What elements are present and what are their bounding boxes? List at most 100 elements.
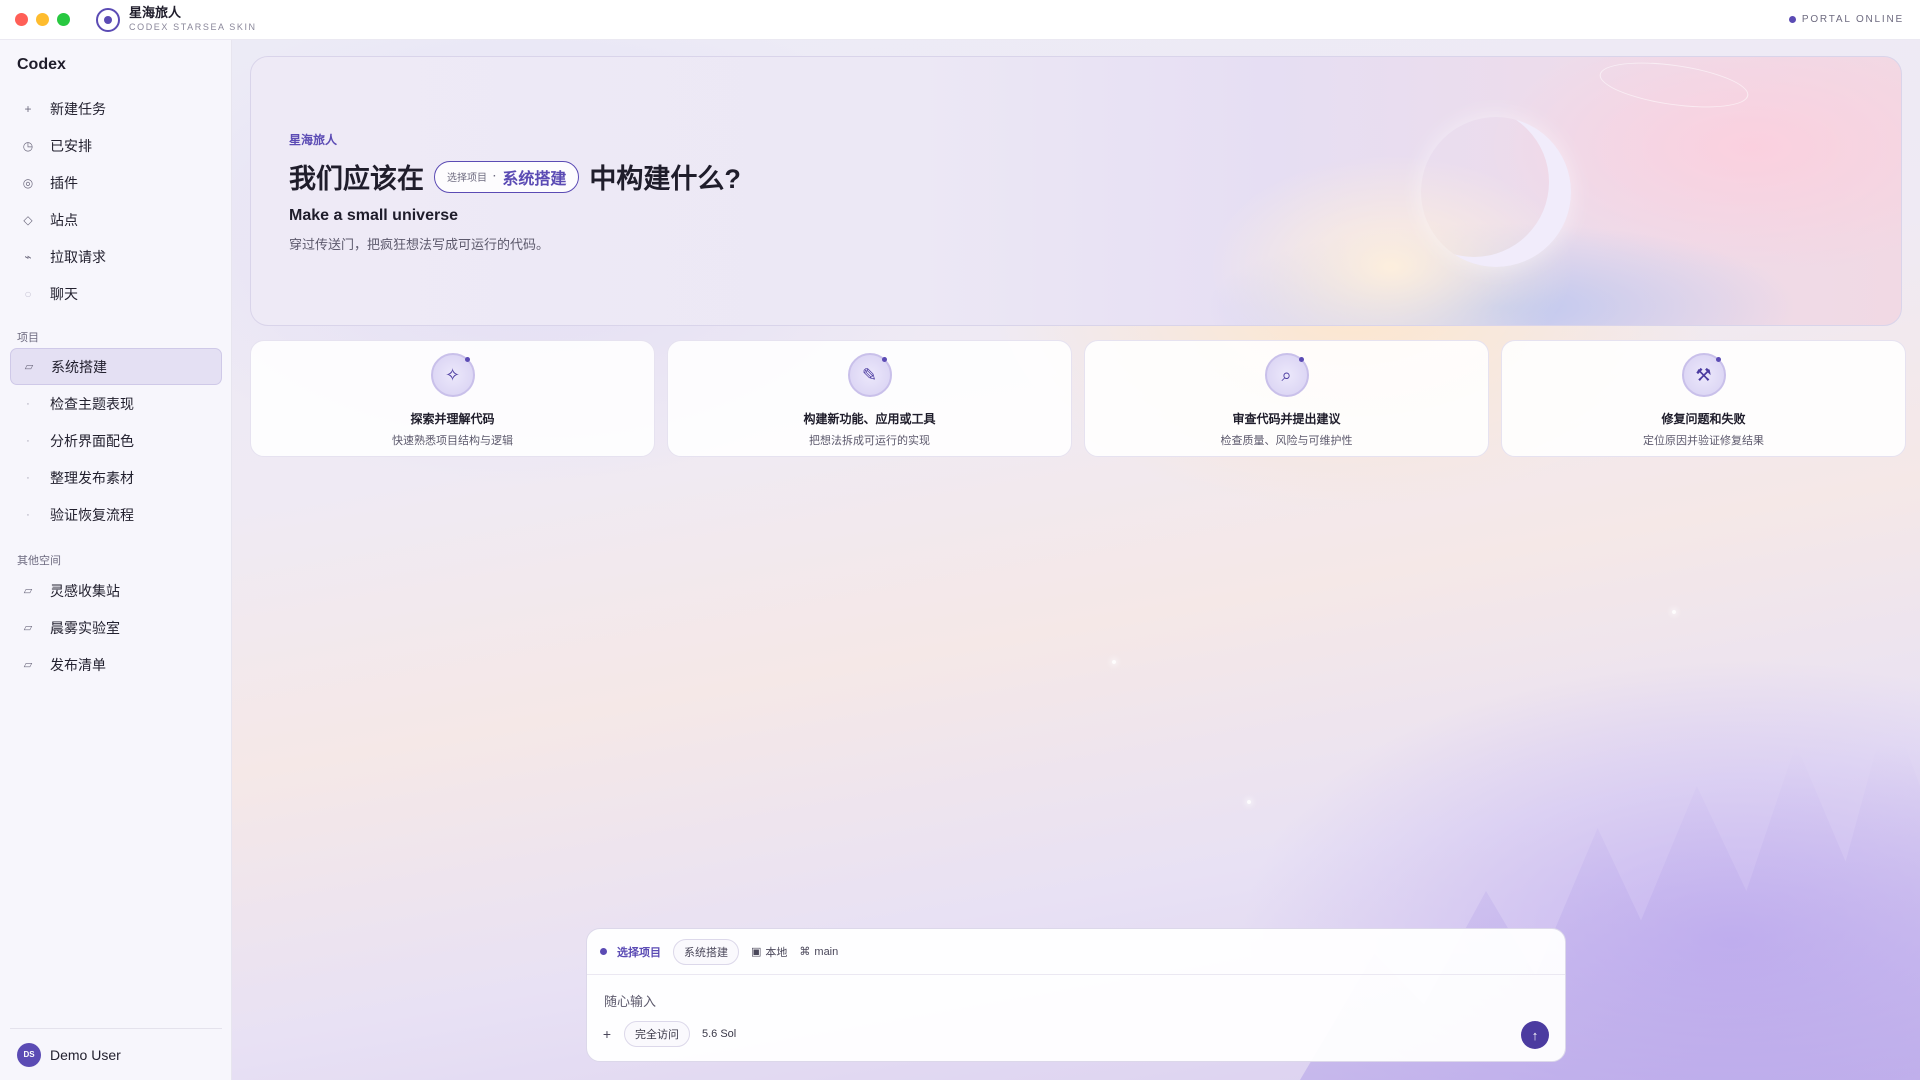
composer: 选择项目 系统搭建 ▣ 本地 ⌘ main 随心输入 + 完全访问 5.6 So… xyxy=(586,928,1566,1062)
pencil-icon: ✎ xyxy=(847,353,892,397)
window-controls xyxy=(15,13,70,26)
project-item[interactable]: · 分析界面配色 xyxy=(10,422,222,459)
sidebar: Codex + 新建任务 ◷ 已安排 ◎ 插件 ◇ 站点 ⌁ 拉取请求 ○ 聊天… xyxy=(0,40,232,1080)
star-decoration xyxy=(1247,800,1251,804)
hero-banner: 星海旅人 我们应该在 选择项目 · 系统搭建 中构建什么? Make a sma… xyxy=(250,56,1902,326)
pill-label: 选择项目 xyxy=(447,173,487,184)
pill-separator: · xyxy=(493,171,497,182)
card-title: 探索并理解代码 xyxy=(410,412,495,426)
app-title: 星海旅人 xyxy=(129,5,182,21)
branch-icon: ⌘ xyxy=(799,946,811,958)
sidebar-item-chat[interactable]: ○ 聊天 xyxy=(10,275,222,312)
sidebar-item-label: 插件 xyxy=(50,174,78,191)
project-item[interactable]: · 检查主题表现 xyxy=(10,385,222,422)
folder-icon: ▱ xyxy=(23,585,33,597)
space-item[interactable]: ▱ 灵感收集站 xyxy=(10,572,222,609)
sidebar-app-name: Codex xyxy=(17,56,66,73)
card-description: 快速熟悉项目结构与逻辑 xyxy=(392,435,513,447)
chat-icon: ○ xyxy=(24,286,32,301)
star-decoration xyxy=(1672,610,1676,614)
sidebar-item-label: 聊天 xyxy=(50,285,78,302)
app-subtitle: CODEX STARSEA SKIN xyxy=(129,21,257,32)
suggestion-cards: ✧ 探索并理解代码 快速熟悉项目结构与逻辑 ✎ 构建新功能、应用或工具 把想法拆… xyxy=(250,340,1906,457)
main-content: 星海旅人 我们应该在 选择项目 · 系统搭建 中构建什么? Make a sma… xyxy=(232,40,1920,1080)
branch-label: main xyxy=(814,945,839,958)
project-item-label: 验证恢复流程 xyxy=(50,506,134,523)
sidebar-item-label: 新建任务 xyxy=(50,100,106,117)
wrench-icon: ⚒ xyxy=(1681,353,1726,397)
card-description: 定位原因并验证修复结果 xyxy=(1643,435,1764,447)
search-icon: ⌕ xyxy=(1264,353,1309,397)
card-title: 修复问题和失败 xyxy=(1661,412,1746,426)
hero-description: 穿过传送门，把疯狂想法写成可运行的代码。 xyxy=(289,237,550,252)
close-window-button[interactable] xyxy=(15,13,28,26)
project-item-label: 整理发布素材 xyxy=(50,469,134,486)
project-item[interactable]: · 整理发布素材 xyxy=(10,459,222,496)
other-spaces-list: ▱ 灵感收集站 ▱ 晨雾实验室 ▱ 发布清单 xyxy=(10,572,222,683)
card-title: 构建新功能、应用或工具 xyxy=(803,412,936,426)
project-dot-icon xyxy=(600,948,607,955)
space-item-label: 灵感收集站 xyxy=(50,582,120,599)
clock-icon: ◷ xyxy=(22,138,34,153)
project-selector-pill[interactable]: 选择项目 · 系统搭建 xyxy=(434,160,580,193)
composer-context-bar: 选择项目 系统搭建 ▣ 本地 ⌘ main xyxy=(587,929,1565,975)
folder-icon: ▱ xyxy=(23,622,33,634)
card-explore-code[interactable]: ✧ 探索并理解代码 快速熟悉项目结构与逻辑 xyxy=(250,340,655,457)
sidebar-item-plugins[interactable]: ◎ 插件 xyxy=(10,164,222,201)
projects-list: ▱ 系统搭建 · 检查主题表现 · 分析界面配色 · 整理发布素材 · 验证恢复… xyxy=(10,348,222,533)
hero-kicker: 星海旅人 xyxy=(289,133,338,147)
space-item-label: 晨雾实验室 xyxy=(50,619,120,636)
portal-status: PORTAL ONLINE xyxy=(1788,14,1904,25)
maximize-window-button[interactable] xyxy=(57,13,70,26)
bullet-icon: · xyxy=(26,434,30,447)
composer-project-select[interactable]: 选择项目 xyxy=(617,944,661,960)
hero-title-after: 中构建什么? xyxy=(589,164,741,194)
minimize-window-button[interactable] xyxy=(36,13,49,26)
other-spaces-section-label: 其他空间 xyxy=(17,555,61,567)
diamond-icon: ◇ xyxy=(23,212,33,227)
project-item-label: 系统搭建 xyxy=(51,358,107,375)
portal-status-text: PORTAL ONLINE xyxy=(1801,14,1904,25)
bullet-icon: · xyxy=(26,397,30,410)
card-build-feature[interactable]: ✎ 构建新功能、应用或工具 把想法拆成可运行的实现 xyxy=(667,340,1072,457)
sidebar-item-pull-requests[interactable]: ⌁ 拉取请求 xyxy=(10,238,222,275)
sidebar-nav: + 新建任务 ◷ 已安排 ◎ 插件 ◇ 站点 ⌁ 拉取请求 ○ 聊天 xyxy=(10,90,222,312)
card-description: 检查质量、风险与可维护性 xyxy=(1220,435,1353,447)
avatar: DS xyxy=(17,1042,41,1067)
folder-icon: ▱ xyxy=(24,361,34,373)
sidebar-item-sites[interactable]: ◇ 站点 xyxy=(10,201,222,238)
model-selector[interactable]: 5.6 Sol xyxy=(702,1028,736,1040)
star-decoration xyxy=(1112,660,1116,664)
projects-section-label: 项目 xyxy=(17,332,39,344)
sparkle-icon: ✧ xyxy=(430,353,475,397)
project-item-label: 检查主题表现 xyxy=(50,395,134,412)
project-item[interactable]: · 验证恢复流程 xyxy=(10,496,222,533)
project-item-system-setup[interactable]: ▱ 系统搭建 xyxy=(10,348,222,385)
user-name: Demo User xyxy=(50,1046,121,1063)
card-description: 把想法拆成可运行的实现 xyxy=(809,435,930,447)
environment-label: 本地 xyxy=(765,946,788,959)
user-profile[interactable]: DS Demo User xyxy=(10,1028,222,1080)
card-fix-issues[interactable]: ⚒ 修复问题和失败 定位原因并验证修复结果 xyxy=(1501,340,1906,457)
card-review-code[interactable]: ⌕ 审查代码并提出建议 检查质量、风险与可维护性 xyxy=(1084,340,1489,457)
pill-value: 系统搭建 xyxy=(502,170,567,188)
folder-icon: ▱ xyxy=(23,659,33,671)
sidebar-item-scheduled[interactable]: ◷ 已安排 xyxy=(10,127,222,164)
bullet-icon: · xyxy=(26,508,30,521)
planet-ring-decoration xyxy=(1596,57,1752,116)
project-item-label: 分析界面配色 xyxy=(50,432,134,449)
composer-branch[interactable]: ⌘ main xyxy=(799,945,839,959)
space-item[interactable]: ▱ 发布清单 xyxy=(10,646,222,683)
attach-plus-icon[interactable]: + xyxy=(600,1026,614,1042)
composer-project-chip[interactable]: 系统搭建 xyxy=(673,938,739,965)
access-mode-button[interactable]: 完全访问 xyxy=(624,1021,690,1047)
space-item[interactable]: ▱ 晨雾实验室 xyxy=(10,609,222,646)
status-dot-icon xyxy=(1788,16,1796,23)
portal-logo-icon xyxy=(96,7,120,32)
sidebar-item-new-task[interactable]: + 新建任务 xyxy=(10,90,222,127)
composer-environment[interactable]: ▣ 本地 xyxy=(751,944,787,960)
bullet-icon: · xyxy=(26,471,30,484)
hero-subtitle: Make a small universe xyxy=(289,207,458,224)
prompt-input[interactable]: 随心输入 xyxy=(604,991,656,1010)
send-button[interactable]: ↑ xyxy=(1521,1021,1549,1049)
